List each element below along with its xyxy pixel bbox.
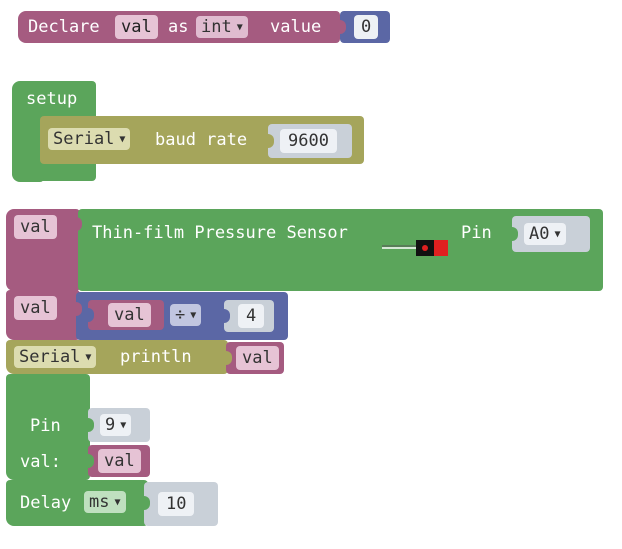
pin-select-block[interactable]: A0 ▼ [512, 216, 590, 252]
serial-dropdown[interactable]: Serial ▼ [48, 128, 131, 150]
delay-unit-dropdown[interactable]: ms ▼ [84, 491, 126, 513]
pin-dropdown-value: A0 [529, 224, 550, 244]
pin-value-variable-block[interactable]: val [88, 445, 150, 477]
sensor-label: Thin-film Pressure Sensor [92, 223, 348, 243]
connector-notch [226, 351, 232, 365]
delay-block[interactable]: Delay ms ▼ [6, 480, 148, 526]
println-label: println [120, 347, 192, 367]
serial-println-block[interactable]: Serial ▼ println [6, 340, 228, 374]
assign-variable-block[interactable]: val [6, 209, 80, 291]
delay-number-field[interactable]: 10 [158, 492, 195, 516]
operand-variable-block[interactable]: val [88, 300, 164, 330]
declare-variable-block[interactable]: Declare val as int ▼ value [18, 11, 340, 43]
value-label: value [270, 17, 322, 37]
declare-label: Declare [28, 17, 100, 37]
operator-dropdown-value: ÷ [175, 305, 186, 325]
chevron-down-icon: ▼ [114, 497, 121, 508]
pin-write-block[interactable]: Pin val: [6, 374, 90, 480]
connector-notch [76, 217, 82, 231]
chevron-down-icon: ▼ [190, 310, 197, 321]
chevron-down-icon: ▼ [236, 22, 243, 33]
chevron-down-icon: ▼ [120, 420, 127, 431]
chevron-down-icon: ▼ [119, 134, 126, 145]
pin-number-dropdown[interactable]: 9 ▼ [100, 414, 132, 436]
setup-label: setup [26, 89, 78, 109]
connector-notch [512, 227, 518, 241]
chevron-down-icon: ▼ [85, 352, 92, 363]
delay-unit-value: ms [89, 492, 110, 512]
math-divide-block[interactable]: val ÷ ▼ 4 [76, 292, 288, 340]
serial-dropdown[interactable]: Serial ▼ [14, 346, 97, 368]
pin-number-value: 9 [105, 415, 116, 435]
pin-number-block[interactable]: 9 ▼ [88, 408, 150, 442]
pressure-sensor-icon [382, 238, 450, 258]
pin-label: Pin [461, 223, 492, 243]
connector-notch [144, 496, 150, 510]
baud-number-field[interactable]: 9600 [280, 129, 337, 153]
type-dropdown[interactable]: int ▼ [196, 16, 248, 38]
value-number-field[interactable]: 0 [354, 15, 379, 39]
connector-notch [268, 134, 274, 148]
delay-label: Delay [20, 493, 72, 513]
as-label: as [168, 17, 189, 37]
chevron-down-icon: ▼ [554, 229, 561, 240]
connector-notch [88, 308, 94, 322]
connector-notch [88, 418, 94, 432]
baud-number-block[interactable]: 9600 [268, 124, 352, 158]
val-label: val: [20, 452, 61, 472]
pin-value-variable-field[interactable]: val [98, 449, 141, 473]
type-dropdown-value: int [201, 17, 232, 37]
pin-label: Pin [30, 416, 61, 436]
assign-variable-field[interactable]: val [14, 215, 57, 239]
println-variable-field[interactable]: val [236, 346, 279, 370]
assign-divide-block[interactable]: val [6, 290, 80, 340]
connector-notch [88, 454, 94, 468]
serial-dropdown-value: Serial [19, 347, 81, 367]
connector-notch [224, 309, 230, 323]
variable-name-field[interactable]: val [115, 15, 158, 39]
connector-notch [76, 302, 82, 316]
value-number-block[interactable]: 0 [340, 11, 390, 43]
serial-dropdown-value: Serial [53, 129, 115, 149]
baud-rate-label: baud rate [155, 130, 248, 150]
operator-dropdown[interactable]: ÷ ▼ [170, 304, 202, 326]
println-variable-block[interactable]: val [226, 342, 284, 374]
assign-variable-field[interactable]: val [14, 296, 57, 320]
operand-variable-field[interactable]: val [108, 303, 151, 327]
pin-dropdown[interactable]: A0 ▼ [524, 223, 566, 245]
divisor-number-field[interactable]: 4 [238, 304, 265, 328]
divisor-number-block[interactable]: 4 [224, 300, 274, 332]
delay-number-block[interactable]: 10 [144, 482, 218, 526]
connector-notch [340, 20, 346, 34]
